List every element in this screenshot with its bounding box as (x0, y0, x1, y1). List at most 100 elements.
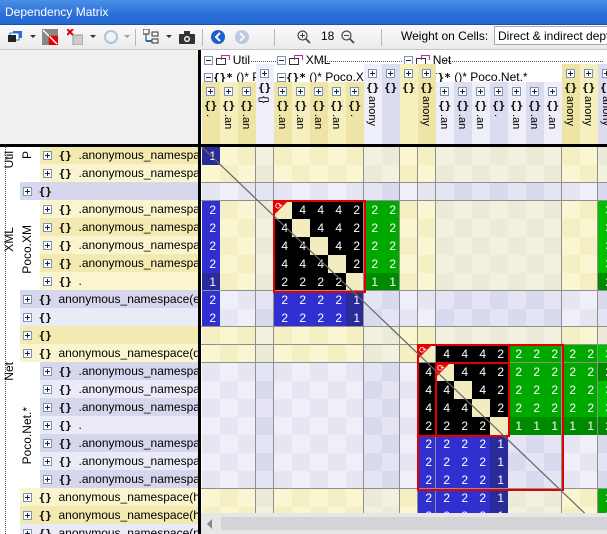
matrix-cell-weighted[interactable]: 3 (598, 399, 607, 417)
matrix-cell[interactable] (562, 219, 580, 237)
matrix-cell[interactable] (328, 327, 346, 345)
matrix-cell-weighted[interactable]: 4 (328, 201, 346, 219)
expand-icon[interactable] (512, 87, 521, 96)
matrix-cell[interactable] (544, 165, 562, 183)
row-header-item[interactable]: {} (20, 182, 198, 200)
matrix-cell[interactable] (400, 345, 418, 363)
matrix-cell-weighted[interactable]: 2 (436, 489, 454, 507)
matrix-cell-weighted[interactable]: 2 (580, 363, 598, 381)
matrix-cell[interactable] (508, 165, 526, 183)
row-header-item[interactable]: {} anonymous_namespace(ht (20, 506, 198, 524)
remove-empty-button[interactable] (41, 28, 59, 46)
matrix-cell[interactable] (202, 489, 220, 507)
matrix-cell-weighted[interactable]: 2 (526, 381, 544, 399)
matrix-cell[interactable] (382, 309, 400, 327)
matrix-cell-weighted[interactable]: 2 (562, 399, 580, 417)
matrix-cell[interactable] (490, 255, 508, 273)
matrix-cell-weighted[interactable]: 4 (328, 219, 346, 237)
matrix-cell[interactable] (364, 417, 382, 435)
matrix-cell[interactable] (256, 147, 274, 165)
row-header-item[interactable]: {} .anonymous_namespac (40, 434, 198, 452)
matrix-cell-weighted[interactable]: 2 (508, 399, 526, 417)
matrix-cell[interactable] (202, 363, 220, 381)
matrix-cell[interactable] (238, 201, 256, 219)
matrix-cell[interactable] (598, 183, 607, 201)
matrix-cell[interactable] (526, 453, 544, 471)
matrix-cell[interactable] (256, 399, 274, 417)
matrix-cell-weighted[interactable]: 4 (292, 237, 310, 255)
matrix-cell[interactable] (220, 165, 238, 183)
matrix-cell[interactable] (220, 273, 238, 291)
collapse-icon[interactable] (277, 56, 286, 66)
matrix-cell[interactable] (472, 183, 490, 201)
matrix-cell[interactable] (328, 255, 346, 273)
matrix-cell[interactable] (472, 219, 490, 237)
matrix-cell[interactable] (364, 453, 382, 471)
matrix-cell-weighted[interactable]: 1 (346, 309, 364, 327)
matrix-cell[interactable] (580, 471, 598, 489)
matrix-cell[interactable] (598, 471, 607, 489)
matrix-cell[interactable] (382, 435, 400, 453)
matrix-cell[interactable] (274, 183, 292, 201)
matrix-cell[interactable] (598, 291, 607, 309)
matrix-cell-weighted[interactable]: 2 (382, 237, 400, 255)
matrix-cell[interactable] (220, 471, 238, 489)
matrix-cell[interactable] (598, 453, 607, 471)
matrix-cell[interactable] (256, 327, 274, 345)
matrix-cell[interactable] (544, 291, 562, 309)
matrix-cell[interactable] (220, 489, 238, 507)
matrix-cell[interactable] (562, 435, 580, 453)
matrix-cell[interactable] (508, 489, 526, 507)
remove-selection-dropdown[interactable] (90, 35, 96, 38)
matrix-cell-weighted[interactable]: 2 (418, 471, 436, 489)
matrix-cell[interactable] (580, 219, 598, 237)
matrix-cell[interactable] (436, 309, 454, 327)
expand-icon[interactable] (23, 331, 32, 341)
matrix-cell[interactable] (400, 453, 418, 471)
matrix-cell-weighted[interactable]: 2 (598, 363, 607, 381)
matrix-cell[interactable] (526, 219, 544, 237)
matrix-cell[interactable] (508, 453, 526, 471)
expand-icon[interactable] (23, 493, 32, 503)
matrix-cell[interactable] (256, 255, 274, 273)
matrix-cell-weighted[interactable]: 2 (346, 219, 364, 237)
matrix-cell[interactable] (508, 219, 526, 237)
matrix-cell[interactable] (400, 237, 418, 255)
row-header-item[interactable]: {} anonymous_namespace(ht (20, 488, 198, 506)
matrix-cell[interactable] (220, 201, 238, 219)
matrix-cell[interactable] (310, 489, 328, 507)
row-header-item[interactable]: {} .anonymous_namespac (40, 200, 198, 218)
matrix-cell-weighted[interactable]: 2 (508, 363, 526, 381)
matrix-cell[interactable] (526, 273, 544, 291)
matrix-cell[interactable] (472, 309, 490, 327)
matrix-cell[interactable] (562, 255, 580, 273)
matrix-cell[interactable] (580, 291, 598, 309)
matrix-cell[interactable] (328, 345, 346, 363)
matrix-cell[interactable] (256, 237, 274, 255)
matrix-cell[interactable] (310, 183, 328, 201)
scroll-left-arrow[interactable] (207, 519, 212, 529)
matrix-cell[interactable] (346, 453, 364, 471)
matrix-cell[interactable] (364, 147, 382, 165)
matrix-cell-weighted[interactable]: 2 (472, 489, 490, 507)
expand-icon[interactable] (43, 259, 52, 269)
matrix-cell[interactable] (400, 255, 418, 273)
row-header-item[interactable]: {} . (40, 416, 198, 434)
matrix-cell[interactable] (418, 291, 436, 309)
matrix-cell[interactable] (580, 237, 598, 255)
matrix-cell[interactable] (598, 435, 607, 453)
matrix-cell[interactable] (400, 435, 418, 453)
expand-icon[interactable] (43, 421, 52, 431)
matrix-cell[interactable] (220, 453, 238, 471)
refresh-dropdown[interactable] (124, 35, 130, 38)
matrix-cell[interactable] (598, 327, 607, 345)
matrix-cell[interactable] (310, 327, 328, 345)
matrix-cell[interactable] (220, 237, 238, 255)
matrix-cell[interactable] (382, 147, 400, 165)
matrix-cell[interactable] (310, 237, 328, 255)
matrix-cell[interactable] (220, 309, 238, 327)
expand-icon[interactable] (43, 151, 52, 161)
matrix-cell[interactable] (256, 435, 274, 453)
matrix-cell[interactable] (310, 381, 328, 399)
matrix-cell-weighted[interactable]: 1 (490, 471, 508, 489)
